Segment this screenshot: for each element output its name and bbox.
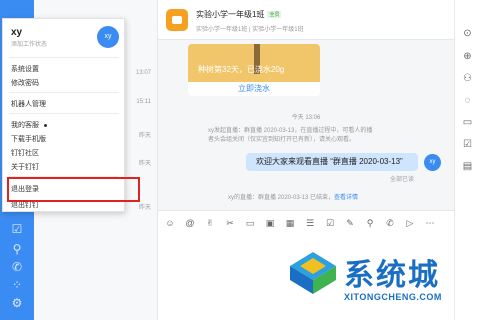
folder-icon[interactable]: ▭: [461, 116, 474, 129]
status-hint[interactable]: 添加工作状态: [11, 39, 47, 48]
message-time: 今天 13:06: [291, 115, 321, 121]
live-end-text: xy的直播：群直播 2020-03-13 已结束，: [228, 195, 335, 201]
view-details-link[interactable]: 查看详情: [334, 195, 358, 201]
menu-item-system-settings[interactable]: 系统设置: [11, 64, 39, 74]
watermark-title: 系统城: [344, 258, 440, 293]
group-name-text: 实验小学一年级1班: [196, 10, 265, 19]
apps-icon[interactable]: ⁘: [10, 278, 24, 292]
watermark-logo: [290, 252, 336, 294]
more-options-icon[interactable]: ⊙: [461, 27, 474, 40]
divider: [9, 92, 119, 93]
phone-icon[interactable]: ✆: [10, 260, 24, 274]
live-end-notice: xy的直播：群直播 2020-03-13 已结束，查看详情: [228, 192, 358, 201]
conversation-time: 13:07: [135, 70, 151, 76]
highlight-box: [7, 177, 140, 202]
group-tag: 全员: [267, 11, 282, 19]
calendar-icon[interactable]: ▦: [284, 217, 296, 229]
divider: [9, 57, 119, 58]
tree-planting-card[interactable]: 种树第32天，已浇水20g 立即浇水: [188, 44, 320, 96]
water-now-button[interactable]: 立即浇水: [188, 83, 320, 94]
dot-icon: [44, 123, 47, 127]
card-text: 种树第32天，已浇水20g: [198, 65, 285, 74]
menu-item-about[interactable]: 关于钉钉: [11, 162, 39, 172]
message-toolbar: ☺ @ ✌ ✂ ▭ ▣ ▦ ☰ ☑ ✎ ⚲ ✆ ▷ ⋯: [158, 210, 454, 234]
at-icon[interactable]: @: [184, 217, 196, 229]
conversation-time: 15:11: [136, 99, 151, 105]
projector-icon[interactable]: ▤: [461, 160, 474, 173]
menu-item-community[interactable]: 钉钉社区: [11, 148, 39, 158]
watermark-url: XITONGCHENG.COM: [344, 292, 442, 302]
menu-item-download-mobile[interactable]: 下载手机版: [11, 134, 46, 144]
conversation-time: 昨天: [138, 205, 151, 211]
scissors-icon[interactable]: ✂: [224, 217, 236, 229]
add-member-icon[interactable]: ⊕: [461, 50, 474, 63]
pin-icon[interactable]: ⚲: [364, 217, 376, 229]
todo-icon[interactable]: ☑: [461, 138, 474, 151]
menu-item-label: 我的客服: [11, 122, 39, 129]
group-name[interactable]: 实验小学一年级1班 全员: [196, 9, 282, 20]
conversation-time: 昨天: [138, 133, 151, 139]
conversation-time: 昨天: [138, 161, 151, 167]
edit-icon[interactable]: ✎: [344, 217, 356, 229]
folder-icon[interactable]: ▭: [244, 217, 256, 229]
pin-icon[interactable]: ⚲: [10, 242, 24, 256]
thumbs-up-icon[interactable]: ✌: [204, 217, 216, 229]
image-icon[interactable]: ▣: [264, 217, 276, 229]
live-icon[interactable]: ▷: [404, 217, 416, 229]
message-bubble[interactable]: 欢迎大家来观看直播 “群直播 2020-03-13”: [246, 153, 418, 171]
system-message: xy发起直播：群直播 2020-03-13，在直播过程中，可看人的播者头会组关闭…: [208, 128, 373, 143]
read-status[interactable]: 全部已读: [390, 174, 414, 183]
avatar[interactable]: xy: [97, 26, 119, 48]
avatar[interactable]: xy: [424, 154, 441, 171]
username: xy: [11, 27, 23, 38]
checkbox-icon[interactable]: ☑: [10, 222, 24, 236]
menu-item-change-password[interactable]: 修改密码: [11, 78, 39, 88]
menu-item-robot-management[interactable]: 机器人管理: [11, 99, 46, 109]
settings-icon[interactable]: ⚙: [10, 296, 24, 310]
group-settings-icon[interactable]: ⚇: [461, 72, 474, 85]
chat-bubble-icon[interactable]: ◌: [461, 94, 474, 107]
emoji-icon[interactable]: ☺: [164, 217, 176, 229]
chat-header: 实验小学一年级1班 全员 实验小学一年级1班 | 实验小学一年级1班: [158, 0, 454, 40]
right-sidebar: ⊙ ⊕ ⚇ ◌ ▭ ☑ ▤: [454, 0, 480, 320]
phone-icon[interactable]: ✆: [384, 217, 396, 229]
divider: [9, 113, 119, 114]
more-icon[interactable]: ⋯: [424, 217, 436, 229]
task-icon[interactable]: ☰: [304, 217, 316, 229]
group-subtitle: 实验小学一年级1班 | 实验小学一年级1班: [196, 27, 304, 33]
menu-item-my-service[interactable]: 我的客服: [11, 120, 47, 130]
group-avatar[interactable]: [166, 9, 188, 31]
checkbox-icon[interactable]: ☑: [324, 217, 336, 229]
